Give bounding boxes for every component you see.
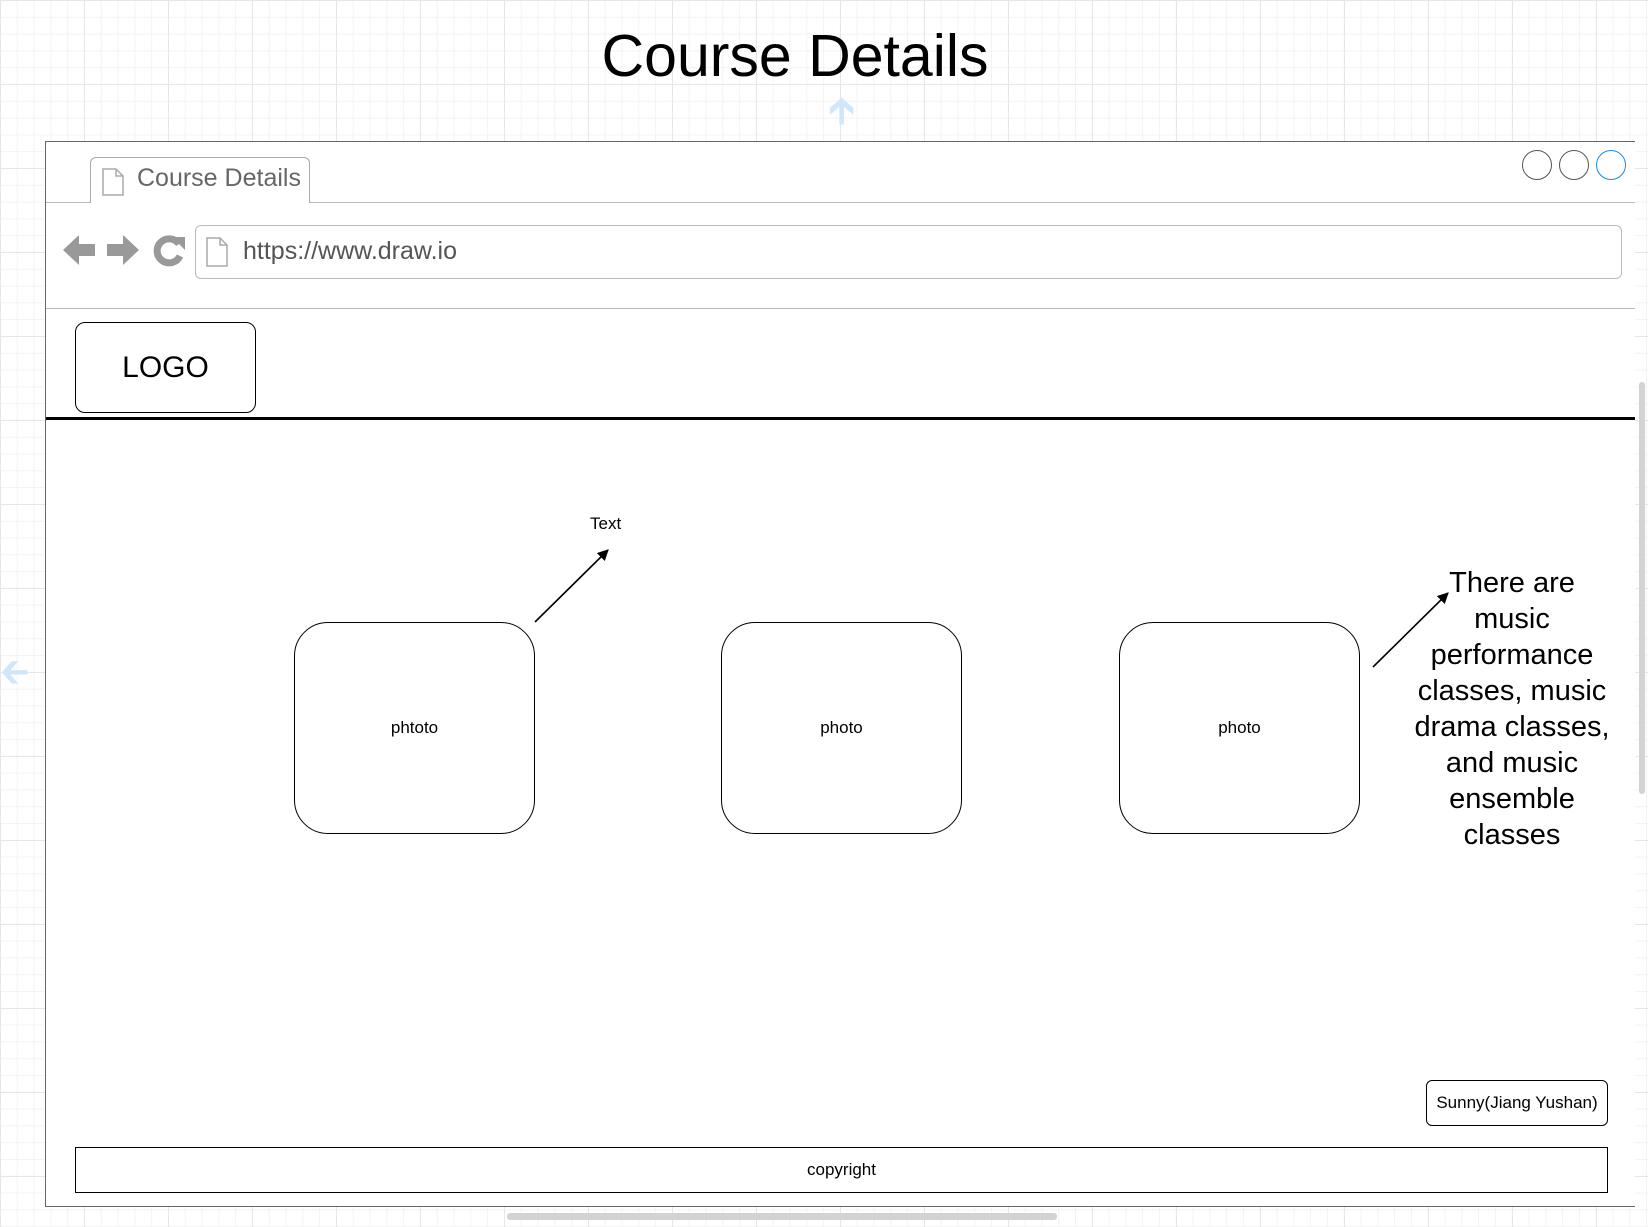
- url-text: https://www.draw.io: [243, 237, 457, 265]
- back-arrow-icon[interactable]: [62, 233, 96, 272]
- browser-tab[interactable]: Course Details: [90, 157, 310, 203]
- url-bar[interactable]: https://www.draw.io: [195, 225, 1622, 279]
- horizontal-scrollbar[interactable]: [507, 1213, 1057, 1220]
- author-label[interactable]: Sunny(Jiang Yushan): [1426, 1080, 1608, 1126]
- callout-arrow-text[interactable]: [534, 549, 609, 623]
- page-icon: [101, 168, 125, 201]
- page-icon: [205, 237, 229, 272]
- browser-tab-bar: Course Details: [46, 142, 1635, 203]
- header-divider: [46, 417, 1635, 420]
- reload-icon[interactable]: [152, 233, 186, 272]
- window-maximize-button[interactable]: [1559, 150, 1589, 180]
- connection-arrow-up-icon[interactable]: 🡱: [828, 92, 855, 130]
- window-minimize-button[interactable]: [1522, 150, 1552, 180]
- window-close-button[interactable]: [1596, 150, 1626, 180]
- page-title: Course Details: [601, 23, 989, 89]
- logo-placeholder[interactable]: LOGO: [75, 322, 256, 413]
- browser-window-mockup[interactable]: Course Details https://www.draw.io LOGO …: [45, 141, 1635, 1207]
- footer-copyright[interactable]: copyright: [75, 1147, 1608, 1193]
- callout-text-label[interactable]: Text: [590, 514, 621, 534]
- forward-arrow-icon[interactable]: [106, 233, 140, 272]
- tab-title: Course Details: [137, 164, 301, 192]
- photo-placeholder-2[interactable]: photo: [721, 622, 962, 834]
- browser-nav-bar: https://www.draw.io: [46, 203, 1635, 309]
- vertical-scrollbar[interactable]: [1639, 382, 1645, 794]
- photo-placeholder-3[interactable]: photo: [1119, 622, 1360, 834]
- photo-placeholder-1[interactable]: phtoto: [294, 622, 535, 834]
- connection-arrow-left-icon[interactable]: 🡰: [0, 654, 29, 690]
- course-description[interactable]: There are music performance classes, mus…: [1408, 565, 1616, 853]
